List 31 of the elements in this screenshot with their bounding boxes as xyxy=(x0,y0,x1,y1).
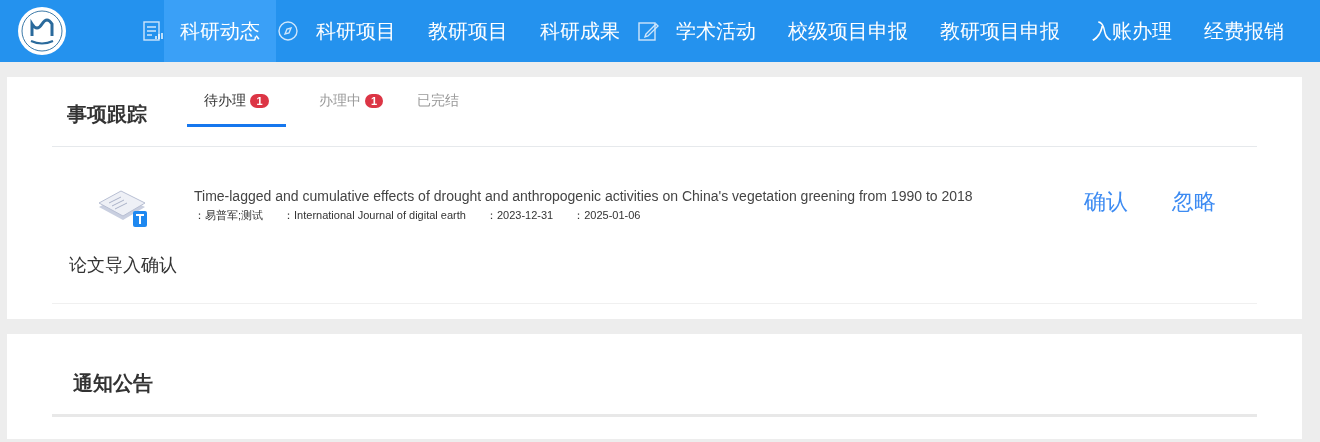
nav-icon[interactable] xyxy=(141,20,163,42)
action-link[interactable]: 忽略 xyxy=(1172,187,1216,303)
action-link[interactable]: 确认 xyxy=(1084,187,1128,303)
section-title: 通知公告 xyxy=(52,334,1257,417)
nav-link[interactable]: 科研成果 xyxy=(524,0,636,62)
tab-label: 办理中 xyxy=(318,91,361,110)
nav-link[interactable]: 学术活动 xyxy=(660,0,772,62)
meta-text: ：易普军;测试 xyxy=(194,208,264,223)
nav-link[interactable]: 经费报销 xyxy=(1188,0,1300,62)
nav-icon[interactable] xyxy=(637,20,659,42)
paper-title: Time-lagged and cumulative effects of drought and anthropogenic activities on China's vegetation greening from 1990 to 2018 xyxy=(194,187,974,206)
university-logo xyxy=(17,6,67,56)
tab-label: 已完结 xyxy=(417,91,459,110)
tab[interactable]: 已完结 xyxy=(416,77,460,127)
tab[interactable]: 办理中 1 xyxy=(316,77,386,127)
nav-link[interactable]: 科研动态 xyxy=(164,0,276,62)
section-title: 事项跟踪 xyxy=(66,102,148,127)
nav-link[interactable]: 校级项目申报 xyxy=(772,0,924,62)
nav-link[interactable]: 教研项目 xyxy=(412,0,524,62)
item-type-label: 论文导入确认 xyxy=(69,254,177,277)
meta-text: ：International Journal of digital earth xyxy=(283,208,466,223)
count-badge: 1 xyxy=(364,93,384,108)
tab-label: 待办理 xyxy=(204,91,247,110)
nav-link[interactable]: 入账办理 xyxy=(1076,0,1188,62)
tab[interactable]: 待办理 1 xyxy=(187,77,286,127)
meta-text: ：2023-12-31 xyxy=(485,208,554,223)
nav-link[interactable]: 教研项目申报 xyxy=(924,0,1076,62)
nav-icon[interactable] xyxy=(277,20,299,42)
nav-link[interactable]: 科研项目 xyxy=(300,0,412,62)
count-badge: 1 xyxy=(250,93,269,108)
meta-text: ：2025-01-06 xyxy=(573,208,641,223)
